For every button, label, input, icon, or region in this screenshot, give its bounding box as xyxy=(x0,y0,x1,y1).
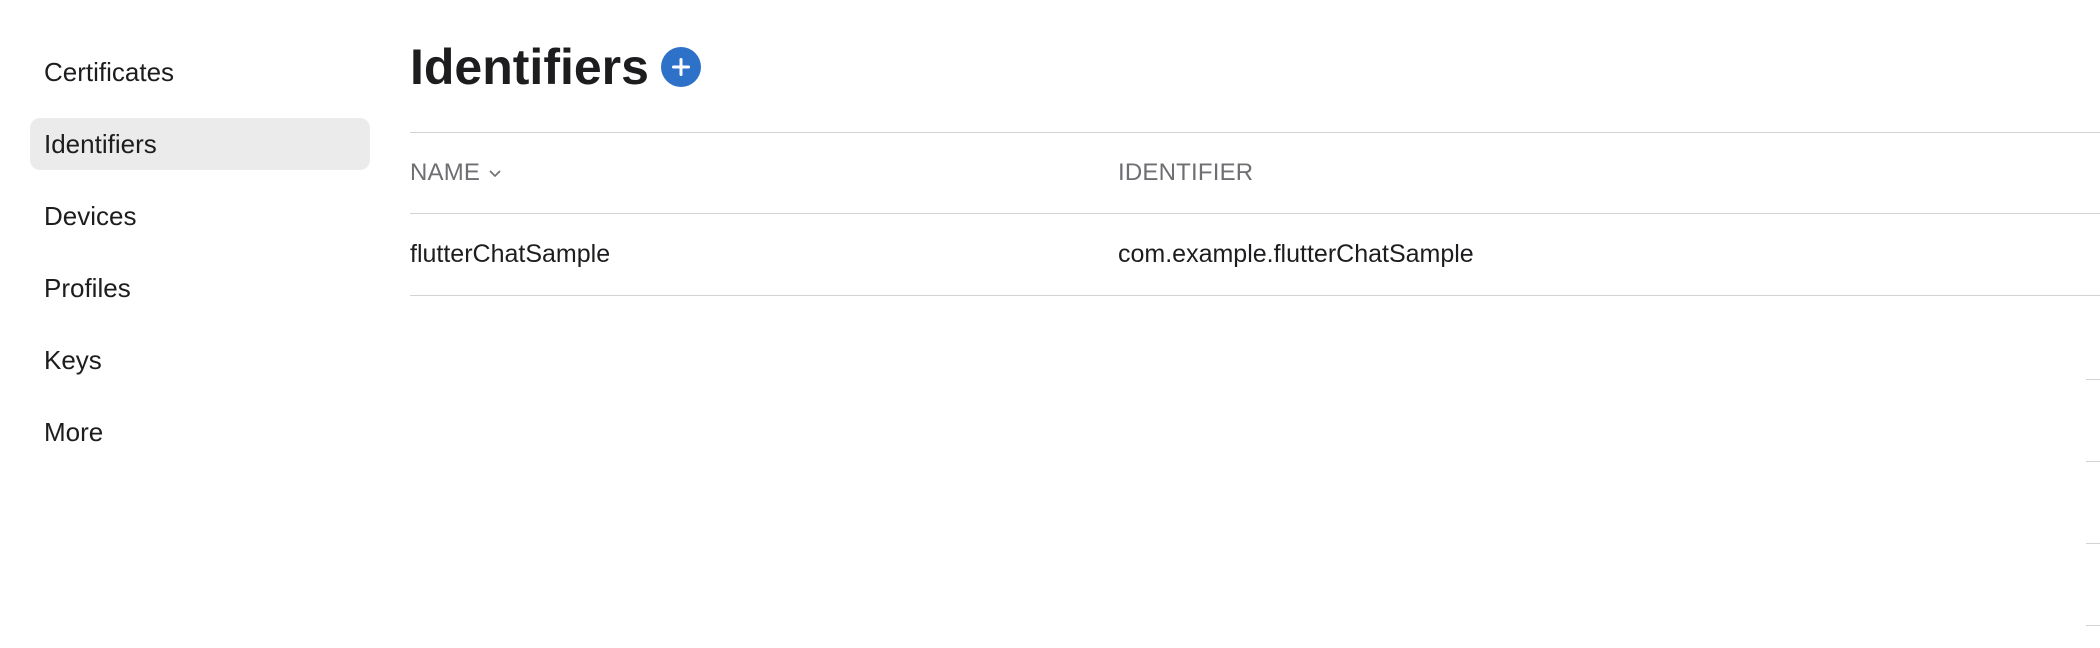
page-title: Identifiers xyxy=(410,39,649,95)
column-header-label: IDENTIFIER xyxy=(1118,159,1254,186)
sidebar-item-label: Profiles xyxy=(44,272,131,303)
divider xyxy=(2086,543,2100,544)
sidebar-item-label: Devices xyxy=(44,200,137,231)
divider xyxy=(2086,625,2100,626)
title-row: Identifiers xyxy=(410,36,701,98)
identifiers-table: NAME IDENTIFIER flutterChatSample com.ex… xyxy=(410,132,2100,296)
divider xyxy=(2086,379,2100,380)
sidebar-item-identifiers[interactable]: Identifiers xyxy=(30,118,370,170)
sidebar: Certificates Identifiers Devices Profile… xyxy=(30,46,370,478)
sidebar-item-certificates[interactable]: Certificates xyxy=(30,46,370,98)
page: Certificates Identifiers Devices Profile… xyxy=(0,0,2100,648)
sidebar-item-label: Identifiers xyxy=(44,128,157,159)
sidebar-item-label: More xyxy=(44,416,104,447)
column-header-name[interactable]: NAME xyxy=(410,159,1118,187)
sidebar-item-label: Keys xyxy=(44,344,102,375)
sidebar-item-keys[interactable]: Keys xyxy=(30,334,370,386)
table-header: NAME IDENTIFIER xyxy=(410,132,2100,214)
column-header-identifier: IDENTIFIER xyxy=(1118,159,2100,187)
sidebar-item-label: Certificates xyxy=(44,56,175,87)
sidebar-item-devices[interactable]: Devices xyxy=(30,190,370,242)
add-identifier-button[interactable] xyxy=(660,47,701,87)
sidebar-item-more[interactable]: More xyxy=(30,406,370,458)
sidebar-item-profiles[interactable]: Profiles xyxy=(30,262,370,314)
column-header-label: NAME xyxy=(410,159,481,186)
divider xyxy=(2086,461,2100,462)
row-identifier-cell: com.example.flutterChatSample xyxy=(1118,240,1474,268)
table-row[interactable]: flutterChatSample com.example.flutterCha… xyxy=(410,214,2100,296)
chevron-down-icon xyxy=(488,168,502,178)
plus-icon xyxy=(671,58,690,76)
row-name-cell: flutterChatSample xyxy=(410,240,611,268)
